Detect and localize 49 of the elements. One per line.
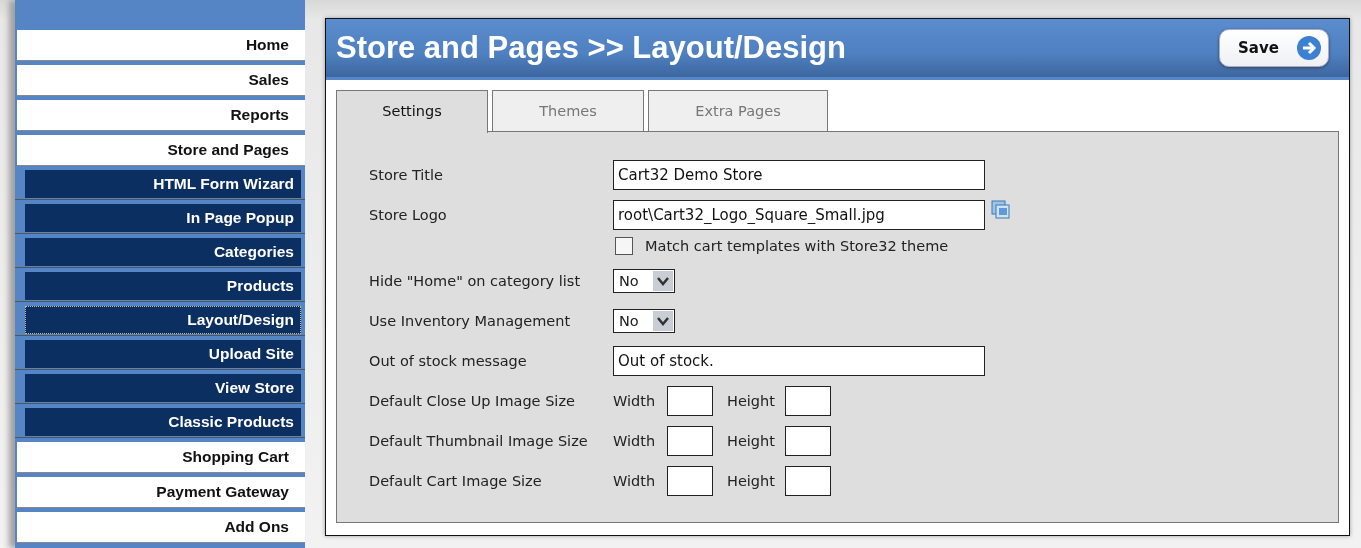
field-label: Default Close Up Image Size (369, 393, 576, 409)
nav-subitem[interactable]: Upload Site (25, 340, 301, 368)
nav-subitem[interactable]: Classic Products (25, 408, 301, 436)
dropdown[interactable]: No (613, 309, 675, 333)
nav-subitem[interactable]: View Store (25, 374, 301, 402)
width-label: Width (613, 393, 657, 409)
tab[interactable]: Themes (492, 90, 644, 131)
width-field[interactable] (667, 386, 713, 416)
nav-subitem[interactable]: In Page Popup (25, 204, 301, 232)
height-label: Height (727, 473, 776, 489)
nav-subitem[interactable]: Products (25, 272, 301, 300)
tab[interactable]: Extra Pages (648, 90, 828, 131)
height-field[interactable] (785, 466, 831, 496)
chevron-down-icon (653, 311, 673, 331)
nav-item[interactable]: Add Ons (17, 512, 305, 543)
width-label: Width (613, 433, 657, 449)
field-label: Out of stock message (369, 353, 528, 369)
nav-item[interactable]: Store and Pages (17, 135, 305, 166)
height-field[interactable] (785, 386, 831, 416)
checkbox[interactable] (615, 237, 633, 255)
save-button[interactable]: Save (1219, 29, 1329, 67)
width-field[interactable] (667, 426, 713, 456)
nav-item[interactable]: Reports (17, 100, 305, 131)
field-label: Default Cart Image Size (369, 473, 543, 489)
page-title: Store and Pages >> Layout/Design (336, 30, 846, 66)
nav-subitem[interactable]: Layout/Design (25, 306, 301, 334)
nav-item[interactable]: Payment Gateway (17, 477, 305, 508)
tab[interactable]: Settings (336, 90, 488, 133)
nav-subitem[interactable]: Categories (25, 238, 301, 266)
field-label: Store Title (369, 167, 444, 183)
field-label: Store Logo (369, 207, 448, 223)
width-label: Width (613, 473, 657, 489)
text-field[interactable]: root\Cart32_Logo_Square_Small.jpg (613, 200, 985, 230)
width-field[interactable] (667, 466, 713, 496)
height-label: Height (727, 433, 776, 449)
field-label: Default Thumbnail Image Size (369, 433, 589, 449)
text-field[interactable]: Out of stock. (613, 346, 985, 376)
dropdown[interactable]: No (613, 269, 675, 293)
chevron-down-icon (653, 271, 673, 291)
text-field[interactable]: Cart32 Demo Store (613, 160, 985, 190)
field-label: Use Inventory Management (369, 313, 572, 329)
height-field[interactable] (785, 426, 831, 456)
field-label: Hide "Home" on category list (369, 273, 582, 289)
nav-subitem[interactable]: HTML Form Wizard (25, 170, 301, 198)
checkbox-label: Match cart templates with Store32 theme (645, 238, 949, 254)
nav-item[interactable]: Shopping Cart (17, 442, 305, 473)
nav-item[interactable]: Sales (17, 65, 305, 96)
height-label: Height (727, 393, 776, 409)
nav-item[interactable]: Home (17, 30, 305, 61)
